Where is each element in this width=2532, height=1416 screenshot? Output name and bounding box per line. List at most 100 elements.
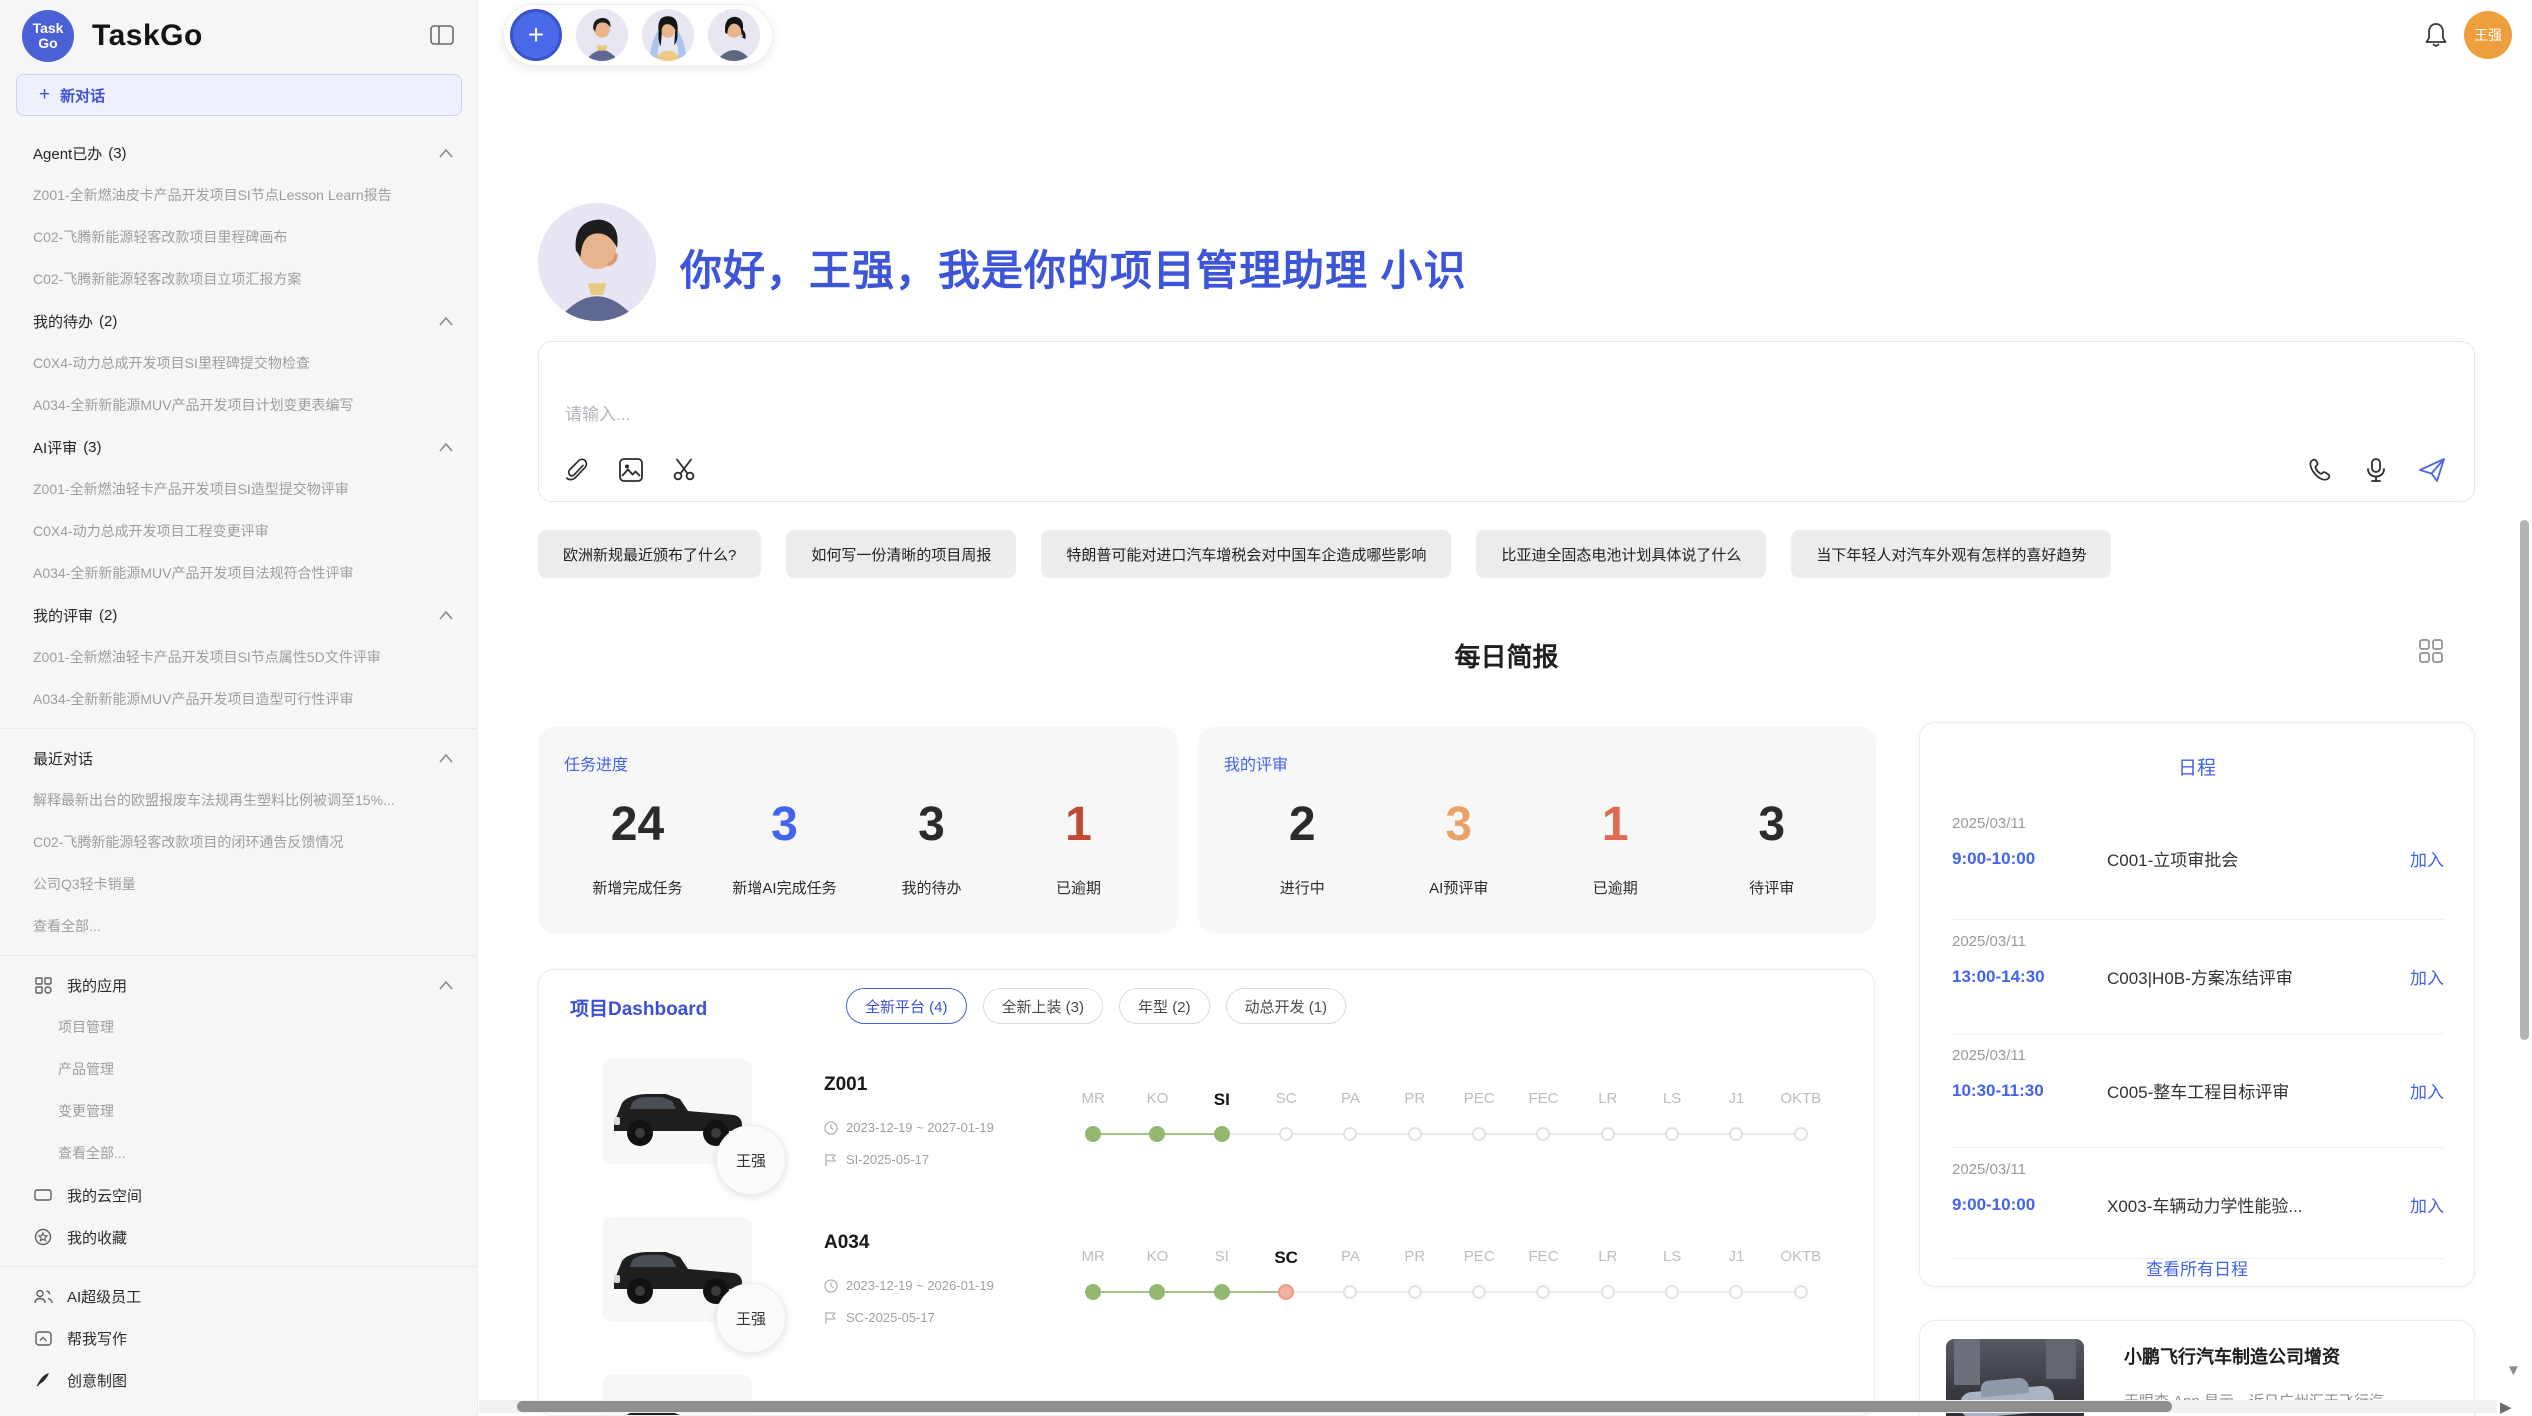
sidebar-item[interactable]: C0X4-动力总成开发项目SI里程碑提交物检查 — [0, 342, 477, 384]
schedule-entry: 2025/03/11 9:00-10:00 X003-车辆动力学性能验... 加… — [1952, 1161, 2444, 1217]
milestone-dots — [1061, 1124, 1833, 1144]
project-node: SC-2025-05-17 — [824, 1310, 935, 1325]
filter-pill[interactable]: 年型 (2) — [1119, 988, 1210, 1024]
image-upload-icon[interactable] — [617, 456, 645, 484]
add-session-button[interactable]: + — [510, 9, 562, 61]
sidebar-my-favorites[interactable]: 我的收藏 — [0, 1216, 477, 1258]
sidebar-item[interactable]: A034-全新新能源MUV产品开发项目造型可行性评审 — [0, 678, 477, 720]
new-chat-button[interactable]: + 新对话 — [16, 74, 462, 116]
greeting-text: 你好，王强，我是你的项目管理助理 小识 — [680, 237, 1467, 298]
milestone-dot-pending — [1601, 1285, 1615, 1299]
scroll-right-arrow[interactable]: ▶ — [2500, 1398, 2512, 1416]
recent-chats-view-all[interactable]: 查看全部... — [0, 905, 477, 947]
project-owner-badge: 王强 — [716, 1125, 786, 1195]
project-dates: 2023-12-19 ~ 2027-01-19 — [824, 1120, 994, 1135]
filter-pill[interactable]: 动总开发 (1) — [1226, 988, 1347, 1024]
app-item-project-mgmt[interactable]: 项目管理 — [0, 1006, 477, 1048]
sidebar-collapse-icon[interactable] — [429, 22, 455, 48]
project-code: A034 — [824, 1232, 869, 1254]
horizontal-scrollbar[interactable] — [517, 1401, 2172, 1412]
clock-icon — [824, 1279, 838, 1293]
user-avatar[interactable]: 王强 — [2464, 11, 2512, 59]
join-link[interactable]: 加入 — [2410, 1078, 2444, 1103]
sidebar-help-write[interactable]: 帮我写作 — [0, 1317, 477, 1359]
sidebar-group-ai-review[interactable]: AI评审(3) — [0, 426, 477, 468]
app-window: Task Go TaskGo + 新对话 Agent已办(3) Z001-全新燃… — [0, 0, 2532, 1416]
milestone-dot-pending — [1472, 1127, 1486, 1141]
sidebar: Task Go TaskGo + 新对话 Agent已办(3) Z001-全新燃… — [0, 0, 478, 1416]
layout-grid-icon[interactable] — [2418, 638, 2444, 664]
sidebar-item[interactable]: A034-全新新能源MUV产品开发项目计划变更表编写 — [0, 384, 477, 426]
sidebar-group-my-review[interactable]: 我的评审(2) — [0, 594, 477, 636]
people-icon — [33, 1286, 53, 1306]
avatar[interactable] — [576, 9, 628, 61]
app-title: TaskGo — [92, 19, 203, 53]
chat-input[interactable] — [565, 400, 2165, 440]
attachment-icon[interactable] — [563, 456, 591, 484]
join-link[interactable]: 加入 — [2410, 964, 2444, 989]
vertical-scrollbar[interactable] — [2520, 520, 2529, 1040]
logo-line2: Go — [38, 36, 57, 51]
sidebar-my-apps[interactable]: 我的应用 — [0, 964, 477, 1006]
suggestion-chip[interactable]: 特朗普可能对进口汽车增税会对中国车企造成哪些影响 — [1041, 530, 1451, 578]
assistant-avatar — [538, 203, 656, 321]
suggestion-chips: 欧洲新规最近颁布了什么? 如何写一份清晰的项目周报 特朗普可能对进口汽车增税会对… — [538, 530, 2111, 578]
sidebar-group-recent-chats[interactable]: 最近对话 — [0, 737, 477, 779]
project-owner-badge: 王强 — [716, 1283, 786, 1353]
sidebar-creative-draw[interactable]: 创意制图 — [0, 1359, 477, 1401]
recent-chat-item[interactable]: 公司Q3轻卡销量 — [0, 863, 477, 905]
milestone-dot-pending — [1536, 1127, 1550, 1141]
scroll-down-arrow[interactable]: ▼ — [2506, 1362, 2521, 1379]
milestone-dot-pending — [1665, 1285, 1679, 1299]
recent-chat-item[interactable]: 解释最新出台的欧盟报废车法规再生塑料比例被调至15%... — [0, 779, 477, 821]
schedule-entry: 2025/03/11 10:30-11:30 C005-整车工程目标评审 加入 — [1952, 1047, 2444, 1103]
sidebar-group-my-todo[interactable]: 我的待办(2) — [0, 300, 477, 342]
sidebar-item[interactable]: A034-全新新能源MUV产品开发项目法规符合性评审 — [0, 552, 477, 594]
recent-chat-item[interactable]: C02-飞腾新能源轻客改款项目的闭环通告反馈情况 — [0, 821, 477, 863]
sidebar-group-agent-done[interactable]: Agent已办(3) — [0, 132, 477, 174]
view-all-schedule-link[interactable]: 查看所有日程 — [1919, 1255, 2475, 1280]
suggestion-chip[interactable]: 比亚迪全固态电池计划具体说了什么 — [1476, 530, 1766, 578]
avatar[interactable] — [708, 9, 760, 61]
join-link[interactable]: 加入 — [2410, 846, 2444, 871]
send-icon[interactable] — [2418, 456, 2446, 484]
divider — [0, 955, 477, 956]
filter-pill[interactable]: 全新平台 (4) — [846, 988, 967, 1024]
project-node: SI-2025-05-17 — [824, 1152, 929, 1167]
app-item-change-mgmt[interactable]: 变更管理 — [0, 1090, 477, 1132]
logo-line1: Task — [33, 21, 64, 36]
sidebar-item[interactable]: Z001-全新燃油轻卡产品开发项目SI节点属性5D文件评审 — [0, 636, 477, 678]
filter-pill[interactable]: 全新上装 (3) — [983, 988, 1104, 1024]
scissors-icon[interactable] — [671, 456, 699, 484]
milestone-dot-pending — [1343, 1285, 1357, 1299]
project-code: Z001 — [824, 1074, 867, 1096]
milestone-dot-pending — [1536, 1285, 1550, 1299]
sidebar-item[interactable]: C02-飞腾新能源轻客改款项目里程碑画布 — [0, 216, 477, 258]
avatar[interactable] — [642, 9, 694, 61]
sidebar-item[interactable]: Z001-全新燃油轻卡产品开发项目SI造型提交物评审 — [0, 468, 477, 510]
sidebar-item[interactable]: Z001-全新燃油皮卡产品开发项目SI节点Lesson Learn报告 — [0, 174, 477, 216]
milestone-dot-risk — [1278, 1284, 1294, 1300]
milestone-dot-pending — [1343, 1127, 1357, 1141]
suggestion-chip[interactable]: 欧洲新规最近颁布了什么? — [538, 530, 761, 578]
join-link[interactable]: 加入 — [2410, 1192, 2444, 1217]
phone-call-icon[interactable] — [2306, 456, 2334, 484]
my-review-card: 我的评审 2进行中 3AI预评审 1已逾期 3待评审 — [1198, 727, 1876, 933]
milestone-labels: MRKOSISCPAPRPECFECLRLSJ1OKTB — [1061, 1248, 1833, 1268]
chevron-up-icon — [439, 981, 453, 990]
sidebar-ai-employee[interactable]: AI超级员工 — [0, 1275, 477, 1317]
app-item-product-mgmt[interactable]: 产品管理 — [0, 1048, 477, 1090]
suggestion-chip[interactable]: 如何写一份清晰的项目周报 — [786, 530, 1016, 578]
milestone-dot-pending — [1794, 1127, 1808, 1141]
sidebar-my-cloud[interactable]: 我的云空间 — [0, 1174, 477, 1216]
sidebar-item[interactable]: C02-飞腾新能源轻客改款项目立项汇报方案 — [0, 258, 477, 300]
metric: 3待评审 — [1694, 797, 1851, 898]
apps-view-all[interactable]: 查看全部... — [0, 1132, 477, 1174]
metrics-row: 24新增完成任务 3新增AI完成任务 3我的待办 1已逾期 — [564, 797, 1152, 898]
flag-icon — [824, 1311, 838, 1325]
schedule-entry: 2025/03/11 13:00-14:30 C003|H0B-方案冻结评审 加… — [1952, 933, 2444, 989]
sidebar-item[interactable]: C0X4-动力总成开发项目工程变更评审 — [0, 510, 477, 552]
microphone-icon[interactable] — [2362, 456, 2390, 484]
notification-bell-icon[interactable] — [2422, 21, 2450, 49]
suggestion-chip[interactable]: 当下年轻人对汽车外观有怎样的喜好趋势 — [1791, 530, 2111, 578]
